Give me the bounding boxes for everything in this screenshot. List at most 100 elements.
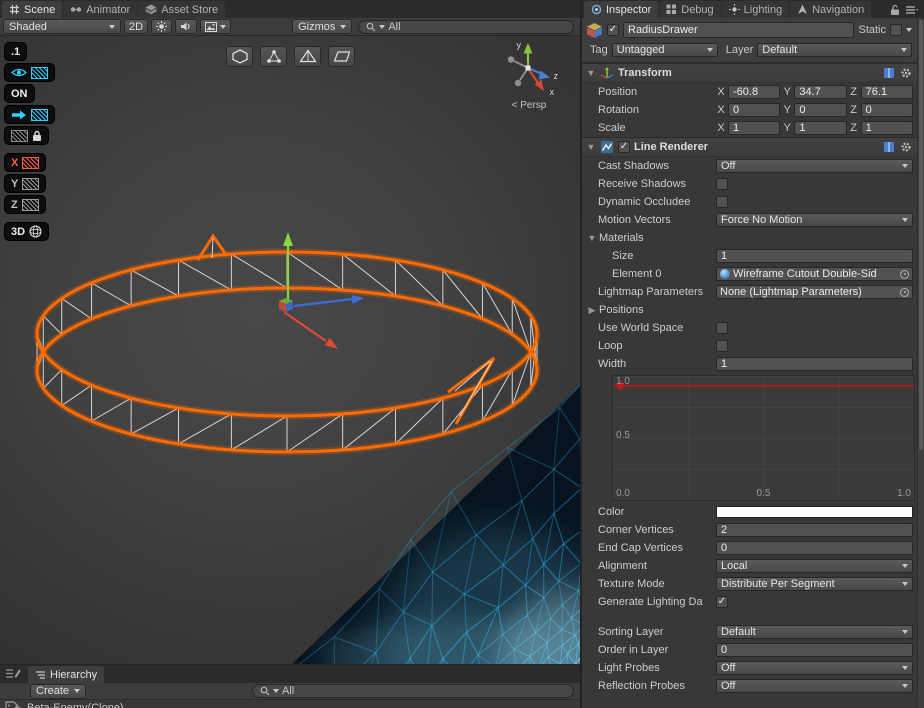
line-renderer-foldout[interactable]: ▼ [586, 142, 596, 152]
negative-axis-handle[interactable] [507, 56, 515, 63]
scrollbar-thumb[interactable] [919, 20, 923, 450]
help-book-icon[interactable] [883, 67, 895, 79]
transform-header[interactable]: ▼ Transform [582, 63, 924, 83]
dynamic-occludee-checkbox[interactable] [716, 196, 728, 208]
static-dropdown-caret[interactable] [906, 28, 912, 32]
tab-lighting[interactable]: Lighting [721, 1, 790, 18]
positions-foldout[interactable]: ▶ [587, 305, 597, 316]
on-toggle-button[interactable]: ON [4, 84, 35, 103]
shading-mode-dropdown[interactable]: Shaded [3, 19, 121, 34]
position-y-field[interactable]: 34.7 [794, 85, 847, 99]
rotation-x-field[interactable]: 0 [728, 103, 781, 117]
width-curve-editor[interactable]: 1.0 0.5 0.0 0.5 1.0 [612, 375, 915, 501]
move-gizmo-z-arrow[interactable] [351, 295, 365, 304]
scene-effects-dropdown[interactable] [200, 19, 232, 34]
position-x-field[interactable]: -60.8 [728, 85, 781, 99]
rotation-y-field[interactable]: 0 [794, 103, 847, 117]
scale-z-field[interactable]: 1 [860, 121, 913, 135]
layer-dropdown[interactable]: Default [757, 43, 912, 57]
pyramid-tool-button[interactable] [294, 46, 321, 67]
menu-icon[interactable] [906, 5, 918, 15]
light-probes-dropdown[interactable]: Off [716, 661, 913, 675]
sorting-layer-dropdown[interactable]: Default [716, 625, 913, 639]
texture-mode-dropdown[interactable]: Distribute Per Segment [716, 577, 913, 591]
direction-toggle-button[interactable] [4, 105, 55, 124]
object-picker-icon[interactable] [900, 287, 909, 297]
tab-hierarchy[interactable]: Hierarchy [28, 666, 105, 683]
position-z-field[interactable]: 76.1 [860, 85, 913, 99]
tag-icon[interactable] [5, 701, 19, 708]
object-picker-icon[interactable] [900, 269, 909, 279]
static-checkbox[interactable] [890, 24, 902, 36]
lightmap-parameters-object[interactable]: None (Lightmap Parameters) [716, 285, 913, 299]
orientation-gizmo[interactable]: y z x < Persp [498, 38, 560, 111]
edit-list-icon[interactable] [5, 667, 21, 680]
tag-dropdown[interactable]: Untagged [611, 43, 718, 57]
scale-y-field[interactable]: 1 [794, 121, 847, 135]
line-renderer-enabled-checkbox[interactable]: ✓ [618, 141, 630, 153]
transform-foldout[interactable]: ▼ [586, 68, 596, 78]
scene-canvas[interactable] [0, 36, 580, 664]
orientation-gizmo-axes[interactable]: y z x [499, 38, 559, 97]
tab-animator[interactable]: Animator [63, 1, 138, 18]
gameobject-enabled-checkbox[interactable]: ✓ [607, 24, 619, 36]
value-toggle-button[interactable]: .1 [4, 42, 28, 61]
loop-checkbox[interactable] [716, 340, 728, 352]
receive-shadows-checkbox[interactable] [716, 178, 728, 190]
generate-lighting-data-checkbox[interactable]: ✓ [716, 596, 728, 608]
tab-inspector[interactable]: Inspector [584, 1, 659, 18]
alignment-dropdown[interactable]: Local [716, 559, 913, 573]
3d-mode-toggle-button[interactable]: 3D [4, 222, 50, 241]
materials-size-field[interactable]: 1 [716, 249, 913, 263]
gameobject-name-field[interactable]: RadiusDrawer [623, 22, 855, 38]
perspective-label[interactable]: < Persp [498, 100, 560, 111]
create-dropdown[interactable]: Create [30, 683, 87, 699]
z-axis-toggle-button[interactable]: Z [4, 195, 46, 214]
rotation-z-field[interactable]: 0 [860, 103, 913, 117]
move-gizmo-x-arrow[interactable] [324, 337, 338, 349]
use-world-space-checkbox[interactable] [716, 322, 728, 334]
materials-foldout[interactable]: ▼ [587, 233, 597, 243]
move-gizmo-y-arrow[interactable] [283, 232, 293, 246]
scale-x-field[interactable]: 1 [728, 121, 781, 135]
scene-viewport[interactable]: .1 ON X Y Z 3D y z x < Persp [0, 36, 580, 664]
z-axis-handle[interactable] [538, 70, 551, 80]
tab-debug[interactable]: Debug [659, 1, 721, 18]
motion-vectors-dropdown[interactable]: Force No Motion [716, 213, 913, 227]
gizmos-dropdown[interactable]: Gizmos [292, 19, 353, 34]
hierarchy-search-input[interactable]: All [252, 684, 574, 698]
2d-toggle[interactable]: 2D [124, 19, 149, 34]
inspector-scrollbar[interactable] [917, 18, 924, 708]
width-field[interactable]: 1 [716, 357, 913, 371]
scene-audio-toggle[interactable] [175, 19, 198, 34]
plane-tool-button[interactable] [328, 46, 355, 67]
line-renderer-header[interactable]: ▼ ✓ Line Renderer [582, 137, 924, 157]
cast-shadows-dropdown[interactable]: Off [716, 159, 913, 173]
curve-line[interactable] [613, 385, 914, 387]
gameobject-cube-icon[interactable] [586, 22, 603, 39]
x-axis-toggle-button[interactable]: X [4, 153, 47, 172]
gear-icon[interactable] [900, 141, 912, 153]
visibility-toggle-button[interactable] [4, 63, 55, 82]
gear-icon[interactable] [900, 67, 912, 79]
order-in-layer-field[interactable]: 0 [716, 643, 913, 657]
hierarchy-item[interactable]: ▶ Beta-Enemy(Clone) [0, 700, 580, 708]
tab-scene[interactable]: Scene [2, 1, 63, 18]
negative-axis-handle[interactable] [514, 79, 522, 87]
gizmo-center-cube[interactable] [525, 65, 531, 71]
y-axis-toggle-button[interactable]: Y [4, 174, 47, 193]
materials-element-0-object[interactable]: Wireframe Cutout Double-Sid [716, 267, 913, 281]
y-axis-handle[interactable] [523, 43, 533, 54]
reflection-probes-dropdown[interactable]: Off [716, 679, 913, 693]
lock-toggle-button[interactable] [4, 126, 49, 145]
lock-icon[interactable] [890, 4, 900, 16]
vertex-tool-button[interactable] [260, 46, 287, 67]
scene-lighting-toggle[interactable] [151, 19, 173, 34]
hexagon-tool-button[interactable] [226, 46, 253, 67]
color-color[interactable] [716, 506, 913, 518]
tab-asset-store[interactable]: Asset Store [138, 1, 226, 18]
tab-navigation[interactable]: Navigation [790, 1, 872, 18]
end-cap-vertices-field[interactable]: 0 [716, 541, 913, 555]
scene-search-input[interactable]: All [358, 19, 574, 34]
corner-vertices-field[interactable]: 2 [716, 523, 913, 537]
